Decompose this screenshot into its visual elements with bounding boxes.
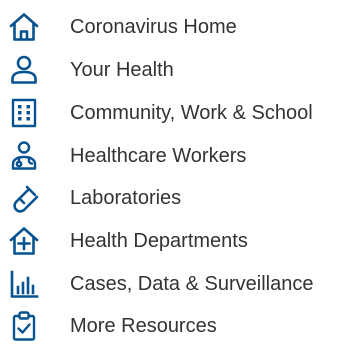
menu-item-cases-data-surveillance[interactable]: Cases, Data & Surveillance — [0, 264, 362, 304]
menu-item-coronavirus-home[interactable]: Coronavirus Home — [0, 7, 362, 47]
health-department-icon — [8, 225, 40, 257]
menu-item-healthcare-workers[interactable]: Healthcare Workers — [0, 136, 362, 176]
menu-item-label: More Resources — [70, 315, 217, 337]
building-icon — [8, 97, 40, 129]
house-icon — [8, 11, 40, 43]
menu-item-label: Coronavirus Home — [70, 16, 237, 38]
menu-item-your-health[interactable]: Your Health — [0, 50, 362, 90]
clipboard-check-icon — [8, 310, 40, 342]
menu-item-health-departments[interactable]: Health Departments — [0, 221, 362, 261]
healthcare-worker-icon — [8, 140, 40, 172]
menu-item-label: Your Health — [70, 59, 174, 81]
bar-chart-icon — [8, 268, 40, 300]
person-icon — [8, 54, 40, 86]
menu-item-label: Health Departments — [70, 230, 248, 252]
coronavirus-nav-menu: Coronavirus Home Your Health Community, … — [0, 0, 362, 363]
menu-item-community-work-school[interactable]: Community, Work & School — [0, 93, 362, 133]
menu-item-laboratories[interactable]: Laboratories — [0, 178, 362, 218]
menu-item-label: Cases, Data & Surveillance — [70, 273, 314, 295]
menu-item-more-resources[interactable]: More Resources — [0, 306, 362, 346]
menu-item-label: Laboratories — [70, 187, 182, 209]
test-tube-icon — [8, 182, 40, 214]
menu-item-label: Community, Work & School — [70, 102, 313, 124]
menu-item-label: Healthcare Workers — [70, 145, 247, 167]
